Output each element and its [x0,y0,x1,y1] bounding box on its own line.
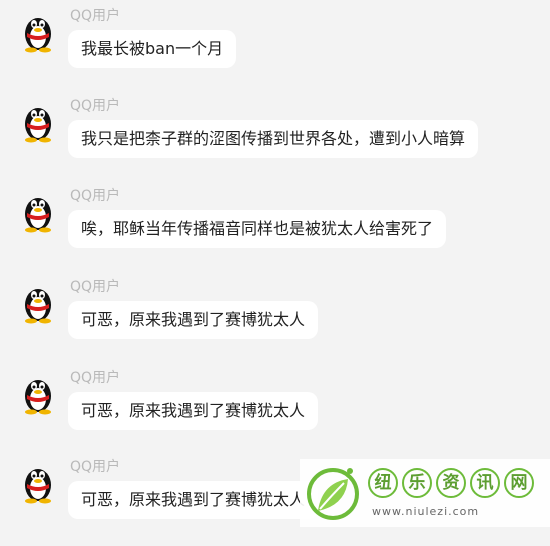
watermark-char: 乐 [402,468,432,498]
qq-penguin-icon[interactable] [20,280,56,324]
qq-penguin-icon[interactable] [20,371,56,415]
sender-name: QQ用户 [70,279,121,295]
sender-name: QQ用户 [70,8,121,24]
watermark-char: 纽 [368,468,398,498]
message-bubble: 可恶，原来我遇到了赛博犹太人 [68,301,319,339]
message-bubble: 我最长被ban一个月 [68,30,237,68]
message-bubble: 我只是把柰子群的涩图传播到世界各处，遭到小人暗算 [68,120,479,158]
chat-message: QQ用户 可恶，原来我遇到了赛博犹太人 [0,367,550,457]
qq-penguin-icon[interactable] [20,9,56,53]
watermark-char: 资 [436,468,466,498]
message-bubble: 可恶，原来我遇到了赛博犹太人 [68,392,319,430]
sender-name: QQ用户 [70,459,121,475]
watermark-char: 讯 [470,468,500,498]
qq-penguin-icon[interactable] [20,189,56,233]
qq-penguin-icon[interactable] [20,99,56,143]
chat-message: QQ用户 我只是把柰子群的涩图传播到世界各处，遭到小人暗算 [0,95,550,185]
sender-name: QQ用户 [70,188,121,204]
chat-message: QQ用户 唉，耶稣当年传播福音同样也是被犹太人给害死了 [0,185,550,275]
chat-message: QQ用户 可恶，原来我遇到了赛博犹太人 [0,276,550,366]
message-bubble: 可恶，原来我遇到了赛博犹太人 [68,481,319,519]
sender-name: QQ用户 [70,98,121,114]
watermark-url: www.niulezi.com [372,505,480,518]
message-bubble: 唉，耶稣当年传播福音同样也是被犹太人给害死了 [68,210,447,248]
chat-message: QQ用户 我最长被ban一个月 [0,5,550,95]
qq-penguin-icon[interactable] [20,460,56,504]
leaf-logo-icon [307,468,359,520]
watermark-chars: 纽 乐 资 讯 网 [368,468,538,498]
site-watermark: 纽 乐 资 讯 网 www.niulezi.com [300,459,550,527]
sender-name: QQ用户 [70,370,121,386]
watermark-char: 网 [504,468,534,498]
